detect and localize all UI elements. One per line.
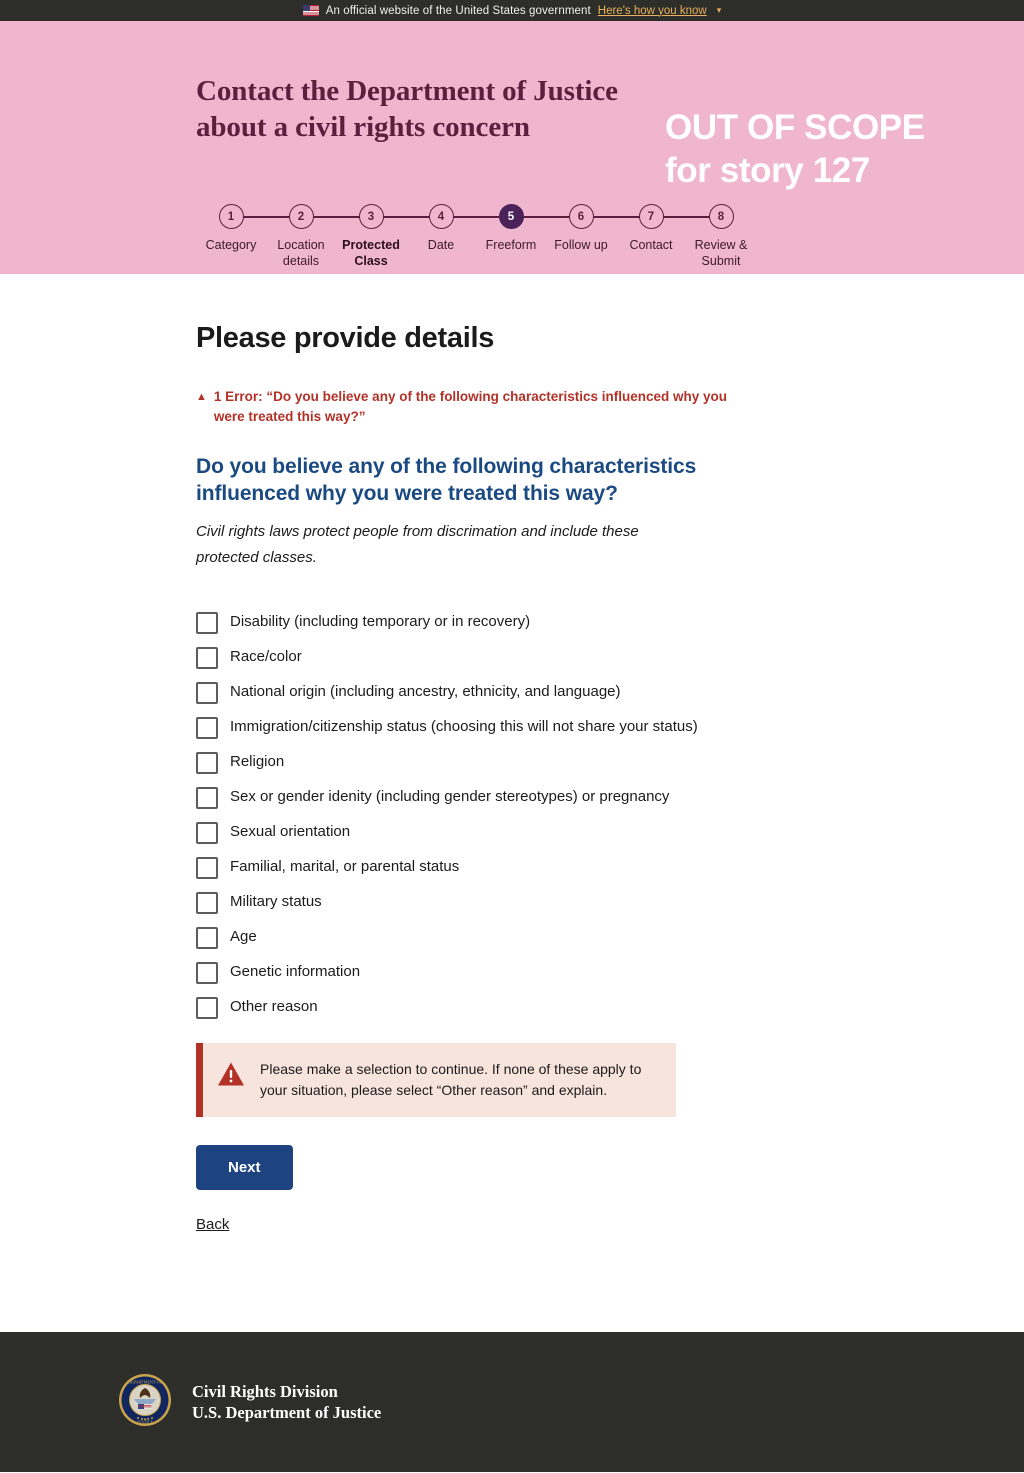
chevron-down-icon[interactable]: ▾ bbox=[717, 5, 722, 16]
step-label: Contact bbox=[629, 238, 673, 252]
svg-text:DEPARTMENT OF: DEPARTMENT OF bbox=[128, 1379, 163, 1384]
checkbox-row-genetic-information[interactable]: Genetic information bbox=[196, 955, 756, 990]
checkbox-label: Immigration/citizenship status (choosing… bbox=[230, 718, 698, 735]
doj-seal-icon: DEPARTMENT OF JUSTICE bbox=[118, 1373, 172, 1432]
checkbox-label: Race/color bbox=[230, 648, 302, 665]
step-number: 6 bbox=[568, 204, 594, 229]
step-4-date[interactable]: 4 Date bbox=[406, 204, 511, 269]
site-title-line2: about a civil rights concern bbox=[196, 111, 530, 143]
checkbox-input[interactable] bbox=[196, 997, 218, 1019]
site-title-line1: Contact the Department of Justice bbox=[196, 75, 618, 107]
alert-triangle-icon bbox=[217, 1061, 245, 1092]
site-header: Contact the Department of Justice about … bbox=[0, 21, 1024, 274]
footer-line-1: Civil Rights Division bbox=[192, 1382, 338, 1401]
warning-triangle-icon: ▲ bbox=[196, 391, 207, 403]
checkbox-label: Genetic information bbox=[230, 963, 361, 980]
banner-text: An official website of the United States… bbox=[325, 4, 591, 17]
step-label: Date bbox=[427, 238, 455, 252]
checkbox-input[interactable] bbox=[196, 647, 218, 669]
checkbox-row-sex-gender-identity[interactable]: Sex or gender idenity (including gender … bbox=[196, 780, 756, 815]
checkbox-row-familial-status[interactable]: Familial, marital, or parental status bbox=[196, 850, 756, 885]
checkbox-label: Other reason bbox=[230, 998, 318, 1015]
main-content: Please provide details ▲ 1 Error: “Do yo… bbox=[0, 274, 1024, 1332]
checkbox-row-age[interactable]: Age bbox=[196, 920, 756, 955]
step-label: Review & Submit bbox=[694, 238, 748, 268]
step-number: 3 bbox=[358, 204, 384, 229]
step-label: Category bbox=[205, 238, 257, 252]
out-of-scope-line2: for story 127 bbox=[665, 151, 870, 190]
step-label: Freeform bbox=[485, 238, 537, 252]
usa-official-banner: An official website of the United States… bbox=[0, 0, 1024, 21]
checkbox-label: Religion bbox=[230, 753, 285, 770]
checkbox-label: Sexual orientation bbox=[230, 823, 351, 840]
next-button[interactable]: Next bbox=[196, 1145, 293, 1190]
checkbox-row-military-status[interactable]: Military status bbox=[196, 885, 756, 920]
checkbox-row-sexual-orientation[interactable]: Sexual orientation bbox=[196, 815, 756, 850]
footer-agency-name: Civil Rights Division U.S. Department of… bbox=[192, 1381, 381, 1423]
back-link[interactable]: Back bbox=[196, 1216, 1024, 1233]
step-6-follow-up[interactable]: 6 Follow up bbox=[546, 204, 651, 269]
page-title: Please provide details bbox=[196, 322, 495, 354]
step-1-category[interactable]: 1 Category bbox=[196, 204, 301, 269]
checkbox-input[interactable] bbox=[196, 717, 218, 739]
step-number: 4 bbox=[428, 204, 454, 229]
site-footer: DEPARTMENT OF JUSTICE Civil Rights Divis… bbox=[0, 1332, 1024, 1472]
step-number: 5 bbox=[498, 204, 524, 229]
step-2-location-details[interactable]: 2 Location details bbox=[266, 204, 371, 269]
step-5-freeform[interactable]: 5 Freeform bbox=[476, 204, 581, 269]
progress-stepper: 1 Category 2 Location details 3 Protecte… bbox=[196, 204, 756, 269]
step-label: Location details bbox=[277, 238, 325, 268]
step-label: Follow up bbox=[554, 238, 608, 252]
step-number: 2 bbox=[288, 204, 314, 229]
step-8-review-submit[interactable]: 8 Review & Submit bbox=[686, 204, 756, 269]
site-title: Contact the Department of Justice about … bbox=[196, 21, 696, 145]
question-heading: Do you believe any of the following char… bbox=[196, 455, 697, 505]
step-number: 7 bbox=[638, 204, 664, 229]
step-number: 8 bbox=[708, 204, 734, 229]
checkbox-input[interactable] bbox=[196, 927, 218, 949]
validation-alert-text: Please make a selection to continue. If … bbox=[260, 1061, 642, 1098]
checkbox-input[interactable] bbox=[196, 787, 218, 809]
out-of-scope-overlay: OUT OF SCOPE for story 127 bbox=[665, 106, 925, 192]
checkbox-input[interactable] bbox=[196, 822, 218, 844]
checkbox-input[interactable] bbox=[196, 962, 218, 984]
checkbox-row-disability[interactable]: Disability (including temporary or in re… bbox=[196, 605, 756, 640]
checkbox-row-immigration-status[interactable]: Immigration/citizenship status (choosing… bbox=[196, 710, 756, 745]
out-of-scope-line1: OUT OF SCOPE bbox=[665, 108, 925, 147]
step-3-protected-class[interactable]: 3 Protected Class bbox=[336, 204, 441, 269]
error-summary-text: 1 Error: “Do you believe any of the foll… bbox=[213, 389, 728, 424]
checkbox-label: Disability (including temporary or in re… bbox=[230, 613, 531, 630]
checkbox-input[interactable] bbox=[196, 752, 218, 774]
footer-line-2: U.S. Department of Justice bbox=[192, 1403, 382, 1422]
checkbox-input[interactable] bbox=[196, 612, 218, 634]
svg-text:JUSTICE: JUSTICE bbox=[137, 1419, 154, 1424]
step-number: 1 bbox=[218, 204, 244, 229]
checkbox-input[interactable] bbox=[196, 892, 218, 914]
us-flag-icon bbox=[302, 5, 319, 16]
checkbox-label: Sex or gender idenity (including gender … bbox=[230, 788, 670, 805]
step-label: Protected Class bbox=[342, 238, 400, 268]
error-summary: ▲ 1 Error: “Do you believe any of the fo… bbox=[196, 387, 744, 427]
checkbox-label: National origin (including ancestry, eth… bbox=[230, 683, 621, 700]
checkbox-input[interactable] bbox=[196, 857, 218, 879]
validation-alert: Please make a selection to continue. If … bbox=[196, 1043, 676, 1117]
checkbox-row-other-reason[interactable]: Other reason bbox=[196, 990, 756, 1025]
checkbox-label: Age bbox=[230, 928, 257, 945]
checkbox-label: Familial, marital, or parental status bbox=[230, 858, 460, 875]
checkbox-row-religion[interactable]: Religion bbox=[196, 745, 756, 780]
step-7-contact[interactable]: 7 Contact bbox=[616, 204, 721, 269]
heres-how-you-know-link[interactable]: Here's how you know bbox=[598, 5, 707, 17]
checkbox-label: Military status bbox=[230, 893, 322, 910]
checkbox-row-national-origin[interactable]: National origin (including ancestry, eth… bbox=[196, 675, 756, 710]
checkbox-input[interactable] bbox=[196, 682, 218, 704]
checkbox-row-race-color[interactable]: Race/color bbox=[196, 640, 756, 675]
question-hint: Civil rights laws protect people from di… bbox=[196, 523, 639, 566]
protected-class-checkbox-group: Disability (including temporary or in re… bbox=[196, 605, 1024, 1025]
